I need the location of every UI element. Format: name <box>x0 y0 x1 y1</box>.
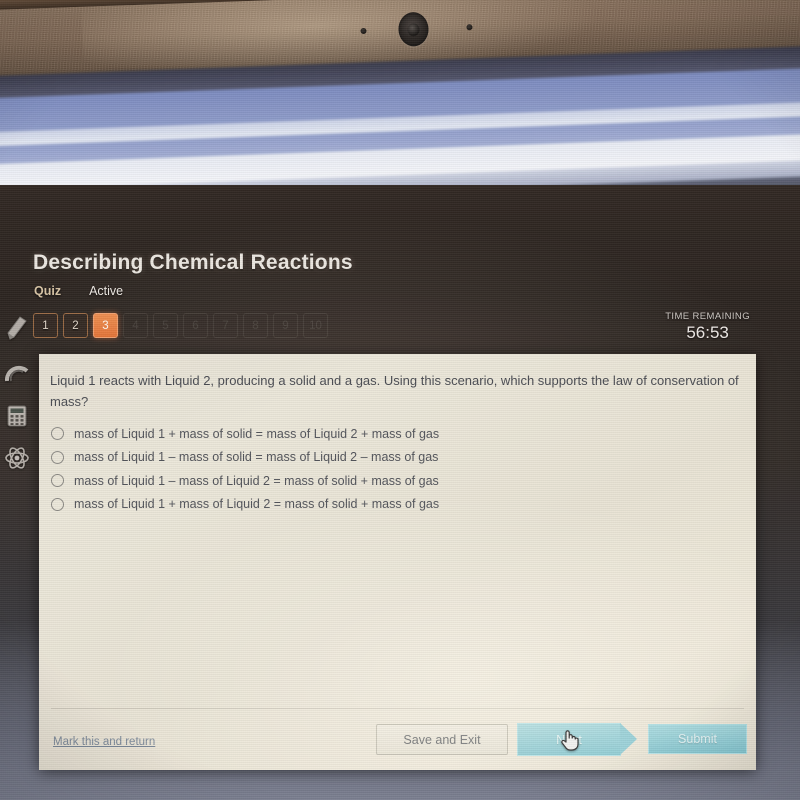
page-title: Describing Chemical Reactions <box>33 251 353 274</box>
atom-molecule-icon[interactable] <box>0 438 34 478</box>
answer-option[interactable]: mass of Liquid 1 + mass of Liquid 2 = ma… <box>51 493 711 516</box>
question-nav-item-2[interactable]: 2 <box>63 313 88 338</box>
question-number-nav: 1 2 3 4 5 6 7 8 9 10 <box>33 313 328 338</box>
question-nav-item-6: 6 <box>183 313 208 338</box>
protractor-icon[interactable] <box>0 352 34 392</box>
answer-option-label: mass of Liquid 1 + mass of solid = mass … <box>74 426 440 441</box>
tool-rail <box>0 300 34 510</box>
answer-option[interactable]: mass of Liquid 1 – mass of solid = mass … <box>51 446 711 469</box>
highlighter-pencil-icon[interactable] <box>0 308 34 348</box>
radio-button-icon[interactable] <box>51 497 64 511</box>
answer-options-list: mass of Liquid 1 + mass of solid = mass … <box>51 422 711 516</box>
answer-option-label: mass of Liquid 1 – mass of solid = mass … <box>74 450 439 464</box>
question-nav-item-5: 5 <box>153 313 178 338</box>
answer-option[interactable]: mass of Liquid 1 – mass of Liquid 2 = ma… <box>51 469 711 492</box>
radio-button-icon[interactable] <box>51 450 64 464</box>
mark-this-and-return-link[interactable]: Mark this and return <box>53 736 155 748</box>
question-nav-item-8: 8 <box>243 313 268 338</box>
radio-button-icon[interactable] <box>51 427 64 440</box>
question-nav-item-1[interactable]: 1 <box>33 313 58 338</box>
question-nav-item-9: 9 <box>273 313 298 338</box>
tab-quiz[interactable]: Quiz <box>34 284 61 298</box>
question-nav-item-3[interactable]: 3 <box>93 313 118 338</box>
footer-divider <box>51 708 744 709</box>
question-card: Liquid 1 reacts with Liquid 2, producing… <box>39 354 756 770</box>
question-nav-item-7: 7 <box>213 313 238 338</box>
answer-option-label: mass of Liquid 1 + mass of Liquid 2 = ma… <box>74 497 440 511</box>
time-remaining: TIME REMAINING 56:53 <box>665 311 750 343</box>
question-nav-item-10: 10 <box>303 313 328 338</box>
card-footer: Mark this and return Save and Exit Next … <box>39 708 756 770</box>
time-remaining-label: TIME REMAINING <box>665 311 750 322</box>
calculator-icon[interactable] <box>0 396 34 436</box>
question-nav-item-4: 4 <box>123 313 148 338</box>
laptop-screen-photo: Describing Chemical Reactions Quiz Activ… <box>0 0 800 800</box>
time-remaining-value: 56:53 <box>686 323 729 342</box>
status-badge-active: Active <box>89 284 124 298</box>
answer-option[interactable]: mass of Liquid 1 + mass of solid = mass … <box>51 422 711 445</box>
question-text: Liquid 1 reacts with Liquid 2, producing… <box>50 373 739 409</box>
answer-option-label: mass of Liquid 1 – mass of Liquid 2 = ma… <box>74 473 439 488</box>
save-and-exit-button[interactable]: Save and Exit <box>376 724 508 755</box>
radio-button-icon[interactable] <box>51 474 64 487</box>
submit-button[interactable]: Submit <box>648 724 747 754</box>
quiz-subnav: Quiz Active <box>34 284 123 298</box>
next-button[interactable]: Next <box>517 723 637 756</box>
